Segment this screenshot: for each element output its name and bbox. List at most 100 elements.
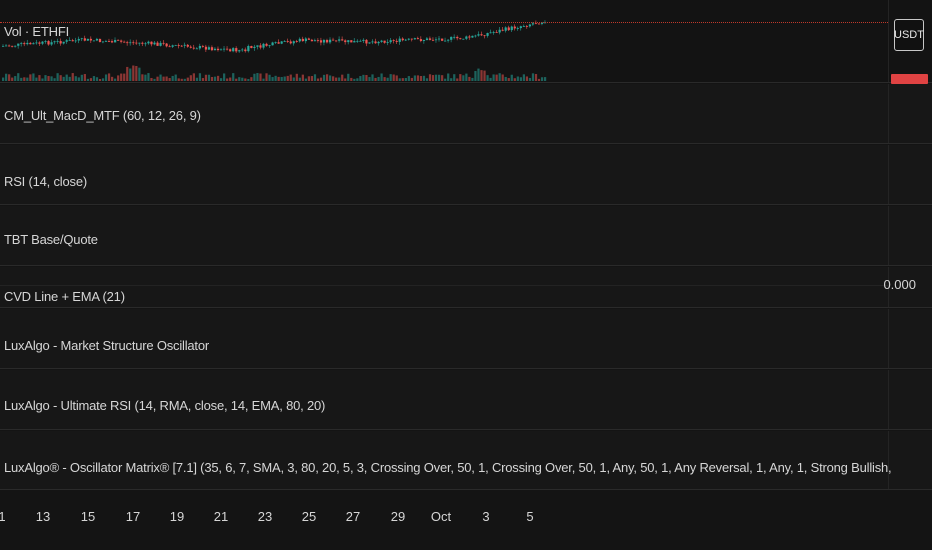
candle-body (32, 43, 35, 45)
market-structure-label[interactable]: LuxAlgo - Market Structure Oscillator (4, 338, 209, 353)
candle-body (207, 47, 211, 50)
candlestick-chart[interactable] (0, 0, 888, 83)
cvd-pane[interactable]: CVD Line + EMA (21) 0.000 (0, 267, 932, 308)
volume-bar (322, 74, 326, 81)
candle-body (431, 39, 435, 41)
volume-bar (410, 77, 413, 81)
volume-bar (383, 77, 386, 81)
volume-symbol-label[interactable]: Vol · ETHFI (4, 24, 69, 39)
volume-bar (474, 70, 477, 81)
volume-bar (201, 78, 205, 81)
macd-label[interactable]: CM_Ult_MacD_MTF (60, 12, 26, 9) (4, 108, 201, 123)
price-pane[interactable]: Vol · ETHFI USDT (0, 0, 932, 84)
volume-bar (14, 76, 17, 81)
candle-body (17, 43, 20, 46)
candle-body (498, 29, 501, 33)
currency-button[interactable]: USDT (894, 19, 924, 51)
candle-body (86, 38, 90, 41)
volume-bar (456, 78, 459, 81)
volume-bar (468, 76, 471, 81)
macd-pane[interactable]: CM_Ult_MacD_MTF (60, 12, 26, 9) (0, 84, 932, 144)
candle-body (192, 47, 195, 49)
candle-body (507, 27, 510, 31)
candle-body (289, 41, 292, 44)
tbt-pane[interactable]: TBT Base/Quote (0, 206, 932, 266)
candle-body (47, 41, 50, 45)
candle-body (447, 39, 450, 41)
candle-body (441, 38, 444, 41)
volume-bar (83, 74, 86, 81)
candle-body (304, 38, 308, 42)
volume-bar (183, 78, 186, 81)
rsi-pane[interactable]: RSI (14, close) (0, 145, 932, 205)
volume-bar (259, 73, 262, 81)
candle-body (501, 29, 504, 31)
candle-body (50, 42, 53, 45)
volume-bar (389, 74, 392, 81)
volume-bar (244, 78, 247, 81)
ultimate-rsi-pane[interactable]: LuxAlgo - Ultimate RSI (14, RMA, close, … (0, 370, 932, 430)
cvd-label[interactable]: CVD Line + EMA (21) (4, 289, 125, 304)
volume-bar (395, 75, 398, 81)
oscillator-matrix-label[interactable]: LuxAlgo® - Oscillator Matrix® [7.1] (35,… (4, 460, 892, 475)
volume-bar (50, 76, 53, 81)
volume-bar (104, 74, 108, 81)
volume-bar (210, 76, 214, 81)
volume-bar (401, 78, 404, 81)
candle-body (20, 43, 23, 44)
volume-bar (162, 76, 165, 81)
volume-bar (447, 73, 450, 81)
volume-bar (195, 77, 199, 81)
volume-bar (310, 76, 314, 81)
volume-bar (431, 75, 435, 81)
volume-bar (204, 74, 208, 81)
candle-body (189, 46, 192, 48)
volume-bar (107, 73, 111, 81)
candle-body (280, 41, 283, 44)
candle-body (216, 48, 220, 51)
candle-body (53, 41, 56, 43)
volume-bar (271, 77, 274, 81)
axis-divider (888, 431, 889, 489)
volume-bar (459, 74, 462, 81)
volume-bar (531, 73, 535, 81)
candle-body (483, 35, 486, 37)
time-tick: 15 (80, 509, 96, 524)
oscillator-matrix-pane[interactable]: LuxAlgo® - Oscillator Matrix® [7.1] (35,… (0, 431, 932, 490)
time-tick: 29 (390, 509, 406, 524)
candle-body (425, 38, 429, 41)
volume-bar (229, 77, 232, 81)
candle-body (531, 23, 535, 25)
candle-body (220, 49, 223, 51)
candle-body (407, 38, 410, 40)
candle-body (356, 40, 359, 42)
candle-body (238, 50, 241, 52)
candle-body (513, 26, 516, 29)
volume-bar (283, 76, 286, 81)
candle-body (26, 42, 29, 45)
volume-bar (404, 78, 407, 81)
candle-body (213, 48, 217, 51)
candle-body (156, 42, 159, 46)
volume-bar (534, 74, 538, 81)
ultimate-rsi-label[interactable]: LuxAlgo - Ultimate RSI (14, RMA, close, … (4, 398, 325, 413)
volume-bar (444, 78, 447, 81)
volume-bar (98, 78, 102, 81)
candle-body (144, 43, 147, 45)
volume-bar (101, 78, 105, 81)
candle-body (147, 41, 150, 44)
volume-bar (513, 78, 516, 81)
market-structure-pane[interactable]: LuxAlgo - Market Structure Oscillator (0, 309, 932, 369)
candle-body (150, 41, 153, 45)
rsi-label[interactable]: RSI (14, close) (4, 174, 87, 189)
candle-body (344, 40, 347, 43)
candle-body (462, 38, 465, 40)
tbt-label[interactable]: TBT Base/Quote (4, 232, 98, 247)
volume-bar (295, 73, 298, 81)
volume-bar (5, 73, 8, 81)
candle-body (386, 42, 389, 44)
time-axis[interactable]: 1 13 15 17 19 21 23 25 27 29 Oct 3 5 (0, 490, 932, 550)
volume-bar (510, 74, 513, 81)
volume-bar (289, 74, 292, 81)
candle-body (77, 38, 80, 41)
